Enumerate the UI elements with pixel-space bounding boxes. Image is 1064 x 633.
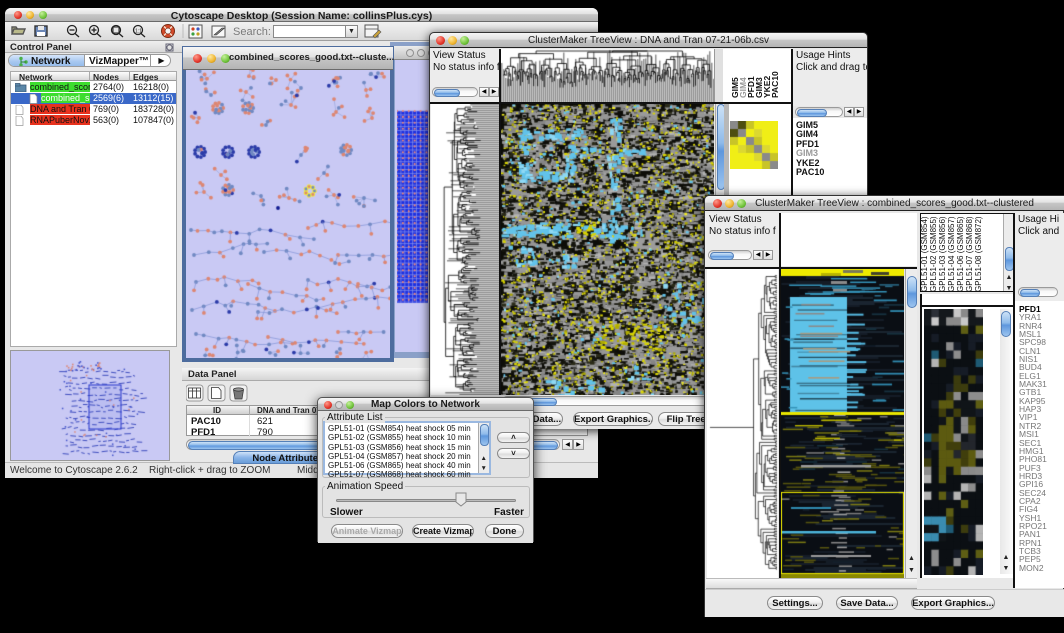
svg-text:Search:: Search: <box>233 26 271 38</box>
svg-text:1:1: 1:1 <box>135 29 142 35</box>
